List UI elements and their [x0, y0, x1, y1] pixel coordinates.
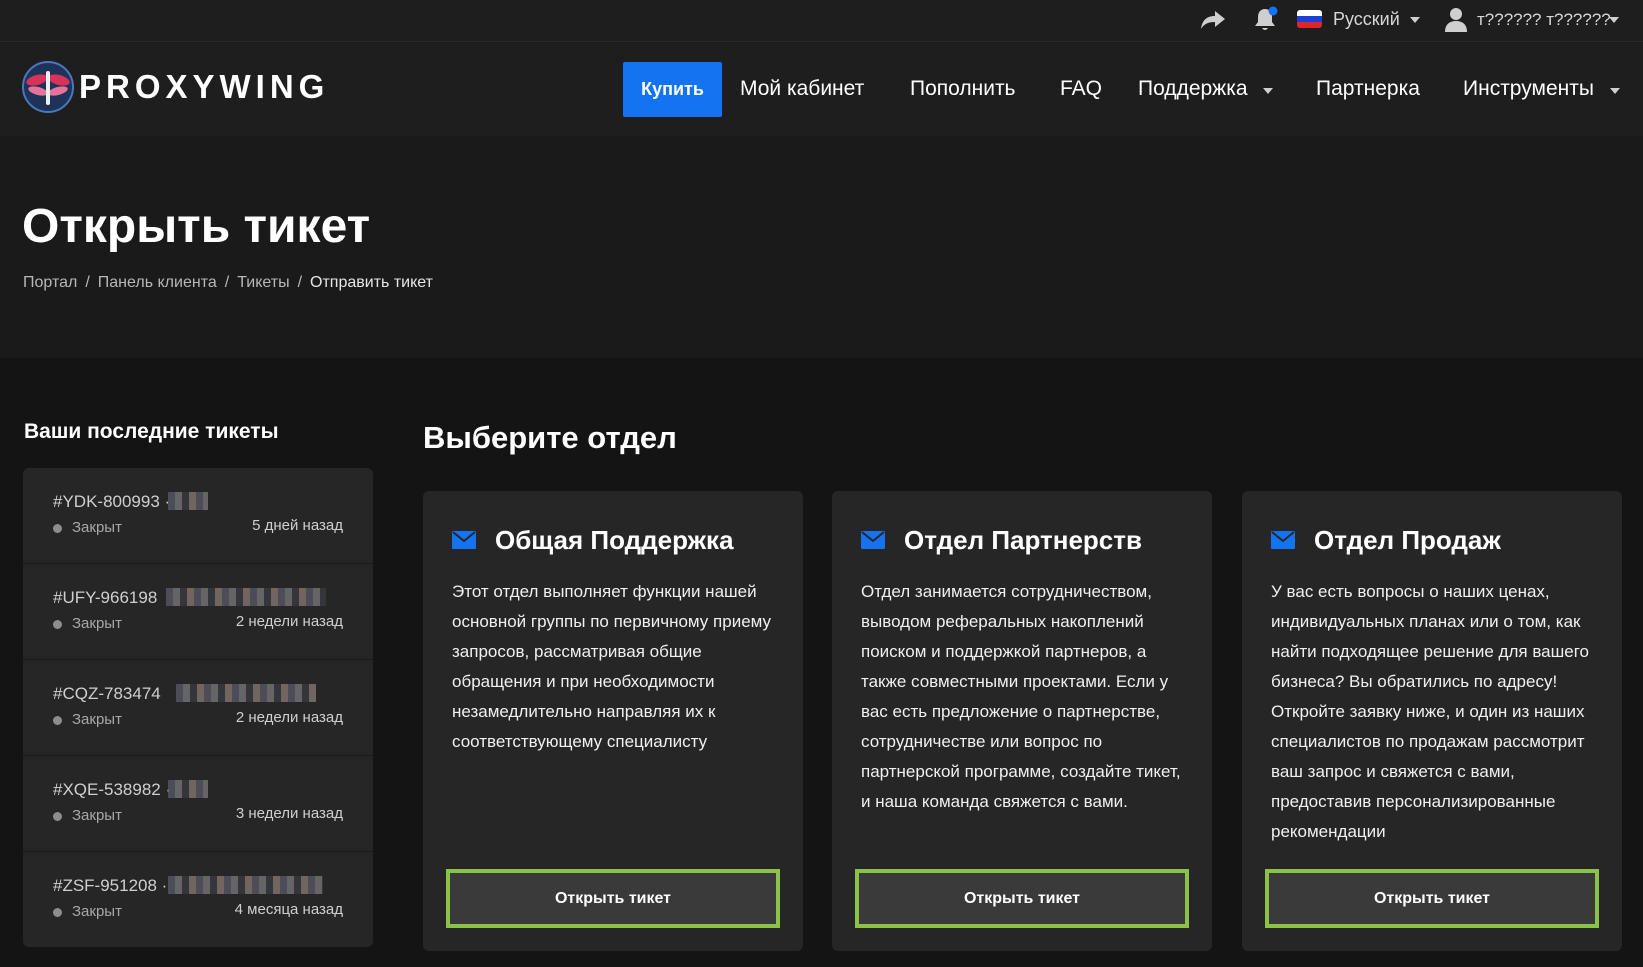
recent-tickets-list: #YDK-800993 · Закрыт 5 дней назад #UFY-9…	[23, 468, 373, 947]
main-navigation: PROXYWING Купить Мой кабинет Пополнить F…	[0, 42, 1643, 136]
ticket-item[interactable]: #ZSF-951208 · Закрыт 4 месяца назад	[23, 852, 373, 947]
redacted-subject	[168, 780, 208, 798]
ticket-status: Закрыт	[72, 615, 122, 632]
department-title: Отдел Партнерств	[904, 525, 1142, 555]
nav-partner[interactable]: Партнерка	[1316, 77, 1420, 101]
redacted-subject	[166, 588, 326, 606]
envelope-icon	[1271, 531, 1295, 549]
status-dot-icon	[53, 620, 62, 629]
nav-faq[interactable]: FAQ	[1060, 77, 1102, 101]
department-card-general: Общая Поддержка Этот отдел выполняет фун…	[423, 491, 803, 951]
ticket-id: #UFY-966198	[53, 588, 158, 607]
ticket-id: #YDK-800993 ·	[53, 492, 171, 511]
ticket-status: Закрыт	[72, 519, 122, 536]
breadcrumb: Портал / Панель клиента / Тикеты / Отпра…	[23, 274, 433, 292]
departments-heading: Выберите отдел	[423, 420, 677, 455]
open-ticket-button[interactable]: Открыть тикет	[855, 869, 1189, 928]
nav-my-cabinet[interactable]: Мой кабинет	[740, 77, 864, 101]
language-selector[interactable]: Русский	[1333, 9, 1400, 30]
ticket-time: 5 дней назад	[252, 517, 343, 534]
envelope-icon	[452, 531, 476, 549]
ticket-id: #CQZ-783474	[53, 684, 161, 703]
redacted-subject	[168, 492, 208, 510]
department-description: У вас есть вопросы о наших ценах, индиви…	[1271, 582, 1589, 841]
ticket-id: #XQE-538982 ·	[53, 780, 172, 799]
nav-tools[interactable]: Инструменты	[1463, 77, 1594, 101]
ticket-item[interactable]: #XQE-538982 · Закрыт 3 недели назад	[23, 756, 373, 852]
brand-logo-text[interactable]: PROXYWING	[79, 68, 329, 106]
breadcrumb-portal[interactable]: Портал	[23, 274, 77, 292]
recent-tickets-title: Ваши последние тикеты	[24, 420, 279, 443]
breadcrumb-separator: /	[297, 274, 303, 291]
top-utility-bar: Русский т?????? т??????	[0, 0, 1643, 42]
chevron-down-icon[interactable]	[1263, 88, 1273, 94]
ticket-time: 3 недели назад	[235, 805, 343, 822]
open-ticket-button[interactable]: Открыть тикет	[1265, 869, 1599, 928]
nav-topup[interactable]: Пополнить	[910, 77, 1016, 101]
breadcrumb-separator: /	[85, 274, 90, 291]
envelope-icon	[861, 531, 885, 549]
breadcrumb-client-panel[interactable]: Панель клиента	[98, 274, 217, 292]
nav-support[interactable]: Поддержка	[1138, 77, 1248, 101]
russia-flag-icon[interactable]	[1297, 10, 1322, 28]
share-icon[interactable]	[1199, 8, 1227, 32]
department-title: Отдел Продаж	[1314, 525, 1501, 555]
ticket-time: 2 недели назад	[235, 709, 343, 726]
ticket-item[interactable]: #YDK-800993 · Закрыт 5 дней назад	[23, 468, 373, 564]
breadcrumb-current: Отправить тикет	[310, 274, 433, 291]
user-menu[interactable]: т?????? т??????	[1477, 10, 1611, 30]
department-card-partnerships: Отдел Партнерств Отдел занимается сотруд…	[832, 491, 1212, 951]
chevron-down-icon[interactable]	[1410, 17, 1420, 23]
ticket-time: 4 месяца назад	[234, 901, 343, 918]
redacted-subject	[176, 684, 316, 702]
page-title: Открыть тикет	[22, 200, 371, 253]
ticket-item[interactable]: #UFY-966198 Закрыт 2 недели назад	[23, 564, 373, 660]
ticket-status: Закрыт	[72, 711, 122, 728]
ticket-item[interactable]: #CQZ-783474 Закрыт 2 недели назад	[23, 660, 373, 756]
dragonfly-logo-icon[interactable]	[22, 61, 74, 113]
status-dot-icon	[53, 812, 62, 821]
department-title: Общая Поддержка	[495, 525, 734, 555]
chevron-down-icon[interactable]	[1609, 17, 1619, 23]
chevron-down-icon[interactable]	[1610, 88, 1620, 94]
breadcrumb-tickets[interactable]: Тикеты	[237, 274, 289, 292]
status-dot-icon	[53, 716, 62, 725]
status-dot-icon	[53, 908, 62, 917]
department-description: Этот отдел выполняет функции нашей основ…	[452, 582, 772, 751]
buy-button[interactable]: Купить	[623, 62, 722, 117]
ticket-status: Закрыт	[72, 903, 122, 920]
status-dot-icon	[53, 524, 62, 533]
bell-icon[interactable]	[1253, 6, 1279, 32]
ticket-status: Закрыт	[72, 807, 122, 824]
department-description: Отдел занимается сотрудничеством, выводо…	[861, 582, 1181, 811]
ticket-time: 2 недели назад	[235, 613, 343, 630]
department-card-sales: Отдел Продаж У вас есть вопросы о наших …	[1242, 491, 1622, 951]
breadcrumb-separator: /	[224, 274, 230, 291]
ticket-id: #ZSF-951208 ·	[53, 876, 168, 895]
open-ticket-button[interactable]: Открыть тикет	[446, 869, 780, 928]
page-header: Открыть тикет Портал / Панель клиента / …	[0, 136, 1643, 358]
redacted-subject	[168, 876, 323, 894]
user-icon[interactable]	[1444, 7, 1468, 32]
